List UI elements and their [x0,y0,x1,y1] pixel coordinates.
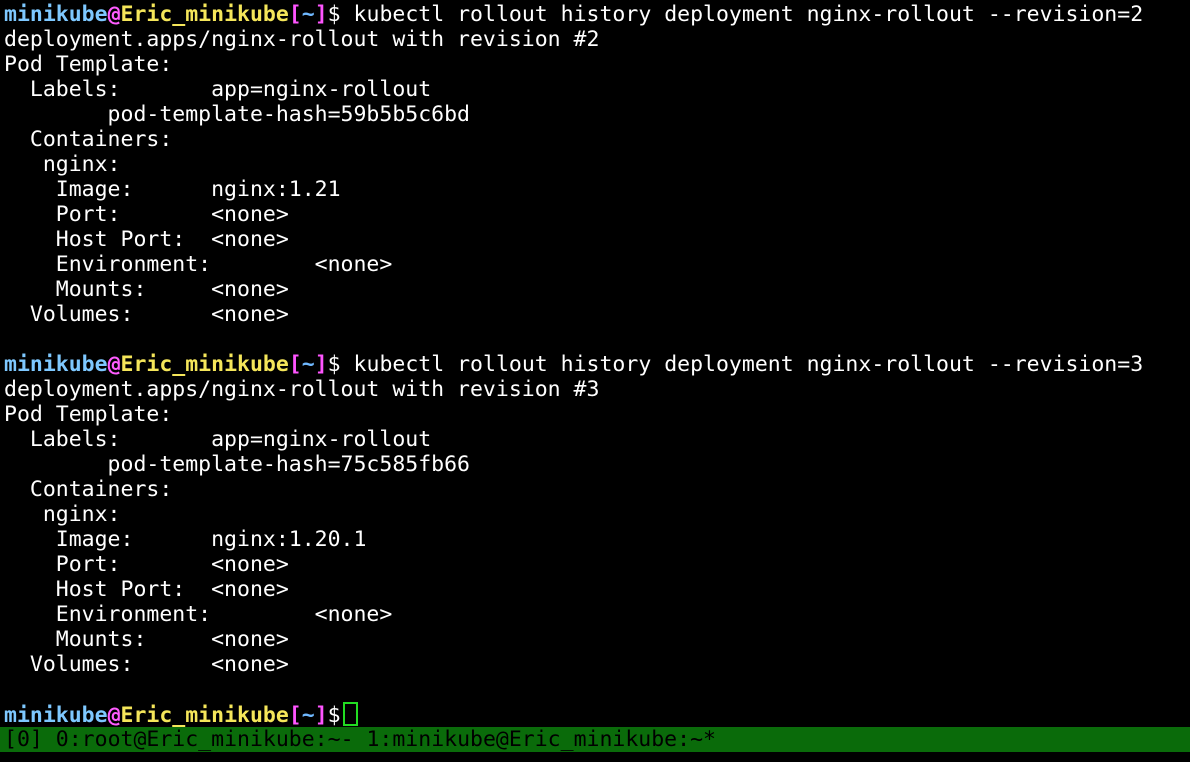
output-line: Environment: <none> [4,602,393,627]
output-line: Mounts: <none> [4,277,289,302]
prompt-dollar: $ [327,703,341,728]
prompt-dollar: $ [327,2,341,27]
output-line: Volumes: <none> [4,652,289,677]
prompt-at: @ [107,703,121,728]
prompt-host: Eric_minikube [120,2,289,27]
output-line: Host Port: <none> [4,577,289,602]
output-line: Containers: [4,477,173,502]
terminal-window[interactable]: minikube@Eric_minikube[~]$ kubectl rollo… [4,2,1190,728]
output-line: Environment: <none> [4,252,393,277]
output-line: Mounts: <none> [4,627,289,652]
prompt-path: ~ [301,2,315,27]
output-line: Image: nginx:1.20.1 [4,527,367,552]
output-line: Port: <none> [4,552,289,577]
prompt-host: Eric_minikube [120,352,289,377]
prompt-at: @ [107,352,121,377]
prompt-user: minikube [4,2,108,27]
prompt-open-bracket: [ [288,703,302,728]
prompt-dollar: $ [327,352,341,377]
output-line: Pod Template: [4,402,173,427]
tmux-window-0[interactable]: 0:root@Eric_minikube:~- [56,727,354,752]
prompt-close-bracket: ] [314,352,328,377]
output-line: deployment.apps/nginx-rollout with revis… [4,27,600,52]
output-line: pod-template-hash=75c585fb66 [4,452,470,477]
output-line: nginx: [4,152,121,177]
prompt-path: ~ [301,352,315,377]
output-line: deployment.apps/nginx-rollout with revis… [4,377,600,402]
output-line: pod-template-hash=59b5b5c6bd [4,102,470,127]
prompt-open-bracket: [ [288,2,302,27]
text-cursor[interactable] [342,702,358,726]
output-line: Labels: app=nginx-rollout [4,427,432,452]
output-line: Host Port: <none> [4,227,289,252]
output-line: nginx: [4,502,121,527]
output-line: Labels: app=nginx-rollout [4,77,432,102]
prompt-host: Eric_minikube [120,703,289,728]
command-text: kubectl rollout history deployment nginx… [340,352,1144,377]
output-line: Volumes: <none> [4,302,289,327]
prompt-line: minikube@Eric_minikube[~]$ kubectl rollo… [4,352,1190,377]
prompt-close-bracket: ] [314,703,328,728]
prompt-path: ~ [301,703,315,728]
tmux-window-1[interactable]: 1:minikube@Eric_minikube:~* [366,727,716,752]
prompt-at: @ [107,2,121,27]
command-text: kubectl rollout history deployment nginx… [340,2,1144,27]
prompt-line: minikube@Eric_minikube[~]$ kubectl rollo… [4,2,1190,27]
output-line: Image: nginx:1.21 [4,177,341,202]
tmux-session-label: [0] [4,727,43,752]
output-line: Pod Template: [4,52,173,77]
prompt-close-bracket: ] [314,2,328,27]
active-prompt-line[interactable]: minikube@Eric_minikube[~]$ [4,702,1190,728]
tmux-status-bar: [0] 0:root@Eric_minikube:~- 1:minikube@E… [0,727,1190,752]
output-line: Containers: [4,127,173,152]
prompt-user: minikube [4,352,108,377]
output-line: Port: <none> [4,202,289,227]
prompt-user: minikube [4,703,108,728]
prompt-open-bracket: [ [288,352,302,377]
